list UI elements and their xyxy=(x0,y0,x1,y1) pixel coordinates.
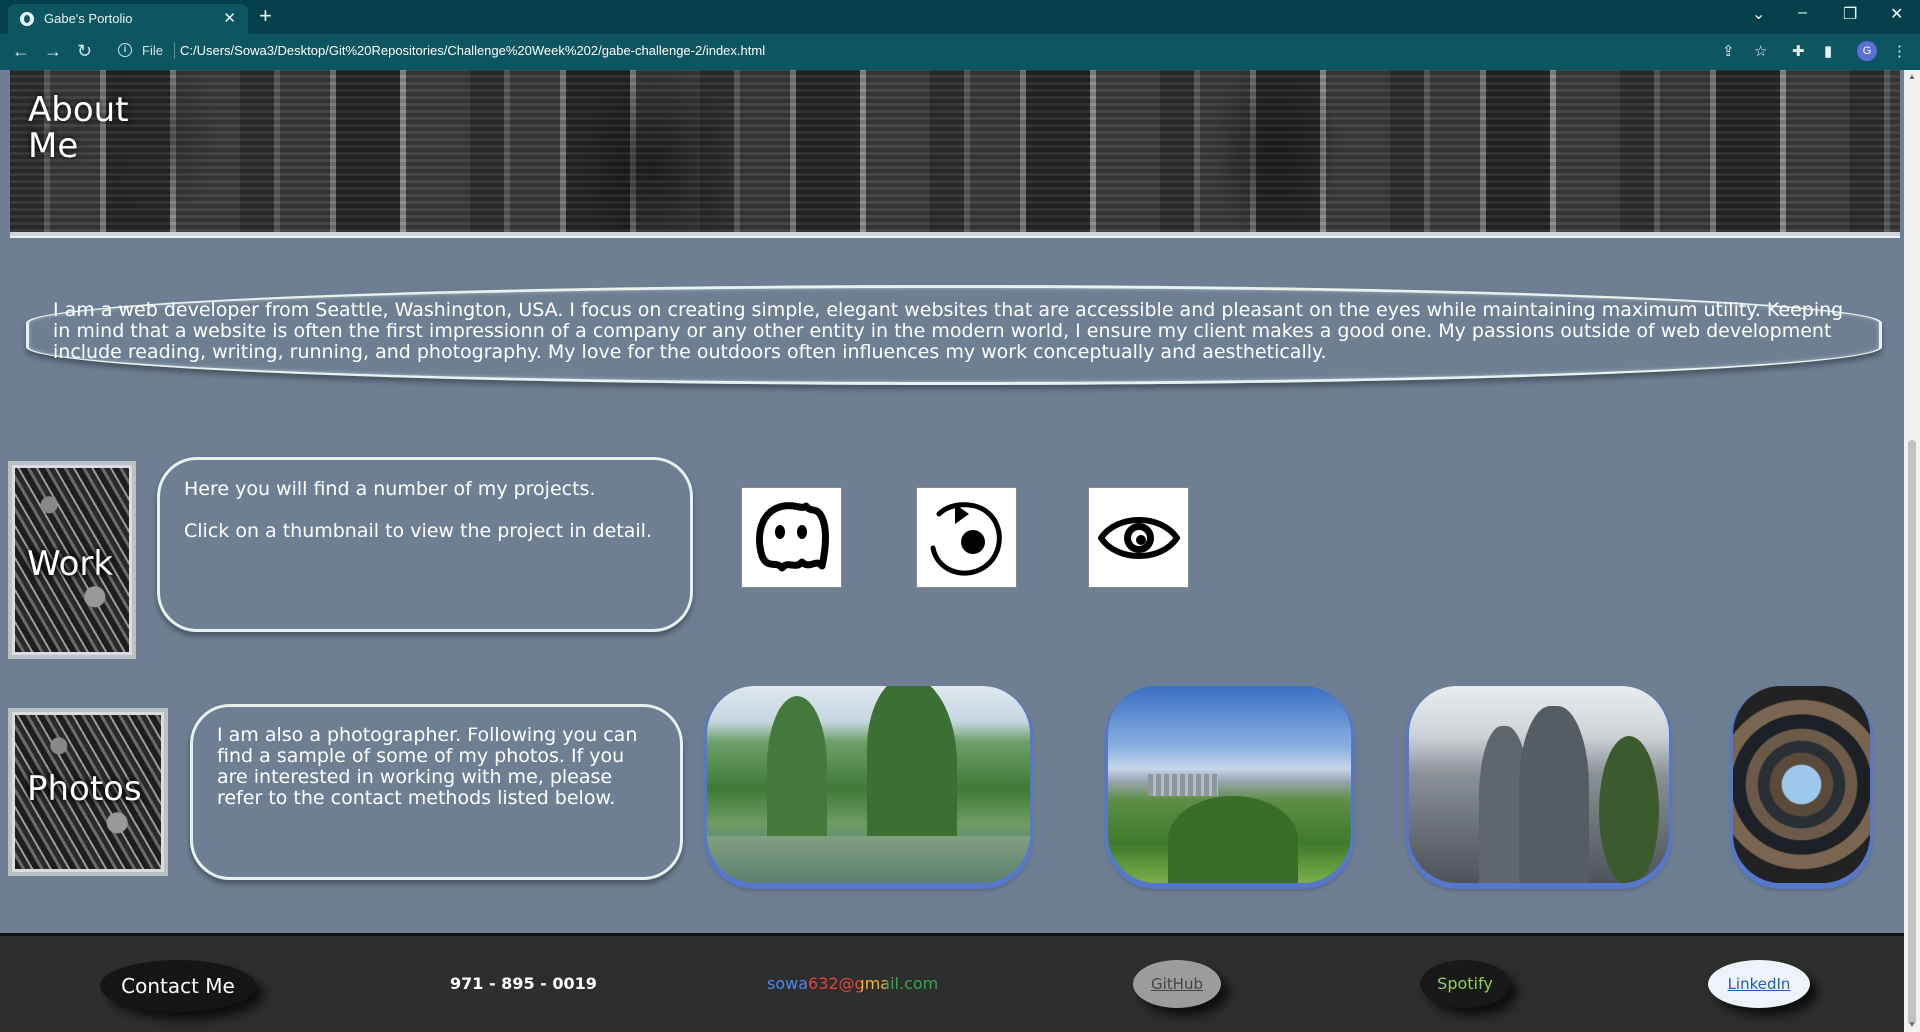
photos-text: I am also a photographer. Following you … xyxy=(217,724,638,809)
github-link[interactable]: GitHub xyxy=(1133,960,1221,1008)
work-description-box: Here you will find a number of my projec… xyxy=(157,457,693,632)
url-text[interactable]: C:/Users/Sowa3/Desktop/Git%20Repositorie… xyxy=(180,43,765,58)
work-line-1: Here you will find a number of my projec… xyxy=(184,478,596,500)
forest-background-image xyxy=(10,70,1900,232)
photos-thumbnail: Photos xyxy=(12,712,164,872)
new-tab-button[interactable]: + xyxy=(259,3,272,29)
about-text: I am a web developer from Seattle, Washi… xyxy=(53,299,1844,363)
divider xyxy=(174,42,175,59)
minimize-icon[interactable]: – xyxy=(1798,4,1807,22)
tab-search-icon[interactable]: ⌄ xyxy=(1752,4,1765,24)
refresh-target-icon xyxy=(930,502,1002,576)
photo-seattle-skyline[interactable] xyxy=(1108,686,1351,883)
menu-icon[interactable]: ⋮ xyxy=(1892,42,1907,60)
share-icon[interactable]: ⇪ xyxy=(1722,42,1735,60)
project-thumbnail-2[interactable] xyxy=(916,487,1017,588)
scrollbar-thumb[interactable] xyxy=(1908,440,1916,1025)
browser-tab[interactable]: Gabe's Portolio ✕ xyxy=(8,4,248,34)
photo-misty-peaks[interactable] xyxy=(1409,686,1669,883)
river xyxy=(707,836,1030,883)
skyline-shape xyxy=(1148,774,1218,796)
back-icon[interactable]: ← xyxy=(12,41,30,62)
mountain-shape xyxy=(767,696,827,836)
scroll-up-icon[interactable]: ▲ xyxy=(1907,72,1917,81)
spotify-link[interactable]: Spotify xyxy=(1420,960,1510,1008)
reload-icon[interactable]: ↻ xyxy=(77,41,92,62)
restore-icon[interactable]: ❐ xyxy=(1843,4,1857,24)
forward-icon[interactable]: → xyxy=(44,41,62,62)
mountain-shape xyxy=(867,686,957,836)
globe-icon xyxy=(20,12,34,26)
browser-toolbar: ← → ↻ i File C:/Users/Sowa3/Desktop/Git%… xyxy=(0,34,1920,70)
work-line-2: Click on a thumbnail to view the project… xyxy=(184,520,652,542)
page-viewport: About Me I am a web developer from Seatt… xyxy=(0,70,1904,1032)
photo-karst-landscape[interactable] xyxy=(707,686,1030,883)
address-bar[interactable]: i File C:/Users/Sowa3/Desktop/Git%20Repo… xyxy=(110,37,1780,65)
work-label: Work xyxy=(27,544,114,584)
side-panel-icon[interactable]: ▮ xyxy=(1824,42,1832,60)
about-banner: About Me xyxy=(10,70,1900,236)
rock-spire xyxy=(1519,706,1589,883)
work-thumbnail: Work xyxy=(12,465,132,655)
about-text-box: I am a web developer from Seattle, Washi… xyxy=(26,285,1882,385)
ghost-icon xyxy=(756,502,829,572)
tab-title: Gabe's Portolio xyxy=(44,11,133,26)
photos-label: Photos xyxy=(27,769,142,809)
footer: Contact Me 971 - 895 - 0019 sowa632@gmai… xyxy=(0,933,1904,1032)
project-thumbnail-1[interactable] xyxy=(741,487,842,588)
scroll-down-icon[interactable]: ▼ xyxy=(1907,1020,1917,1029)
close-window-icon[interactable]: ✕ xyxy=(1890,4,1903,24)
tab-close-icon[interactable]: ✕ xyxy=(223,9,236,27)
site-info-icon[interactable]: i xyxy=(118,43,132,57)
bookmark-star-icon[interactable]: ☆ xyxy=(1754,42,1767,60)
banner-title: About Me xyxy=(28,90,129,166)
email-link[interactable]: sowa632@gmail.com xyxy=(767,974,938,993)
project-thumbnail-3[interactable] xyxy=(1088,487,1189,588)
contact-me-button[interactable]: Contact Me xyxy=(100,960,256,1012)
extensions-icon[interactable]: ✚ xyxy=(1792,42,1805,60)
url-scheme: File xyxy=(142,43,163,58)
phone-number: 971 - 895 - 0019 xyxy=(450,974,597,993)
photo-spiral-atrium[interactable] xyxy=(1733,686,1870,883)
eye-icon xyxy=(1098,517,1180,559)
tree-shape xyxy=(1168,796,1298,883)
browser-tab-bar: Gabe's Portolio ✕ + ⌄ – ❐ ✕ xyxy=(0,0,1920,34)
profile-avatar[interactable]: G xyxy=(1857,41,1877,61)
linkedin-link[interactable]: LinkedIn xyxy=(1708,960,1810,1008)
photos-description-box: I am also a photographer. Following you … xyxy=(190,704,683,880)
tree-shape xyxy=(1599,736,1659,883)
